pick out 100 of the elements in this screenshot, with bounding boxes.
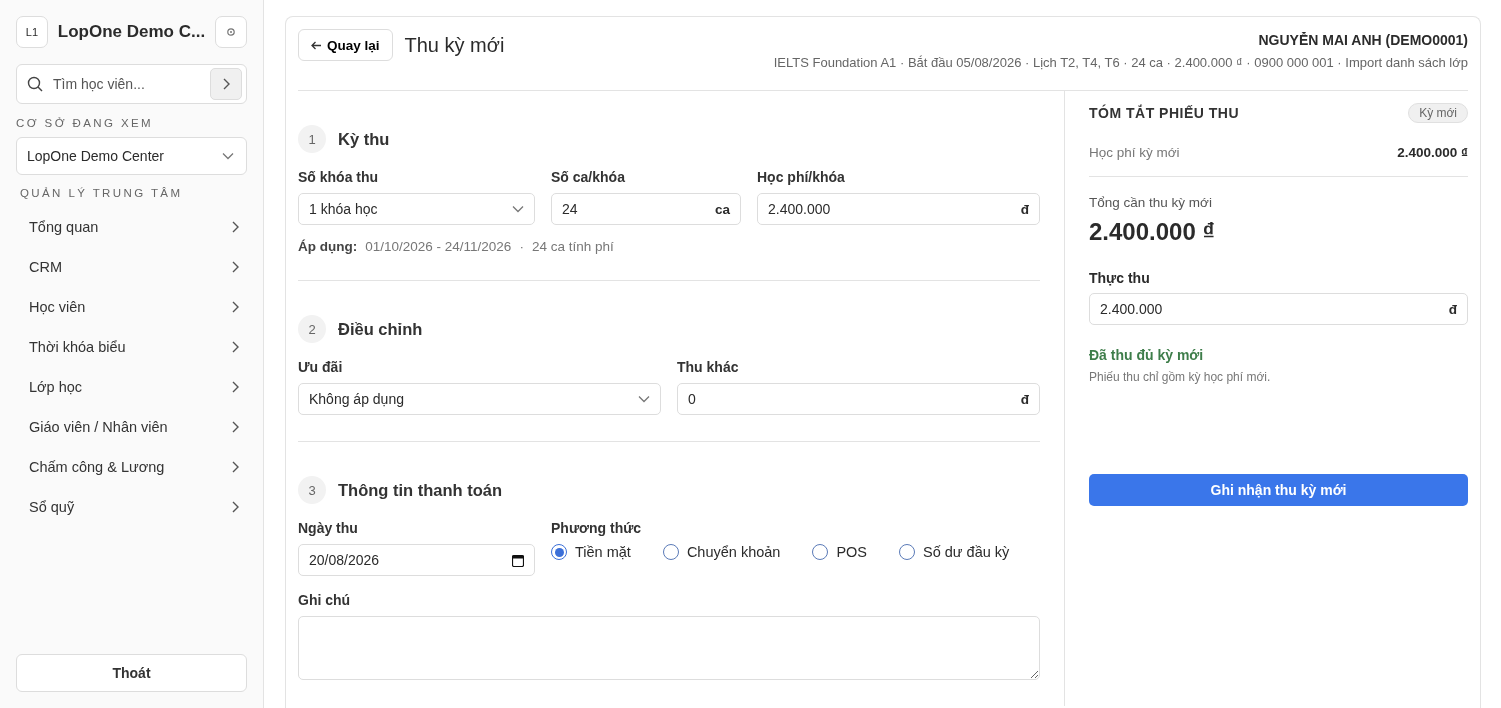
chevron-right-icon <box>231 501 239 513</box>
nav-label: Học viên <box>29 299 86 315</box>
nav-item[interactable]: Sổ quỹ <box>16 487 247 527</box>
chevron-right-icon <box>231 341 239 353</box>
radio-button[interactable] <box>812 544 829 560</box>
calendar-icon <box>512 553 524 567</box>
section-title: Kỳ thu <box>338 129 390 149</box>
nav-label: Tổng quan <box>29 219 99 235</box>
unit-label: đ <box>1020 201 1029 217</box>
student-details: IELTS Foundation A1 · Bắt đầu 05/08/2026 · Lịch T2, T4, T6 · 24 ca · 2.400.000 ₫ · 0900 000 001 · Import danh sách lớp <box>773 55 1468 70</box>
nav-item[interactable]: Học viên <box>16 287 247 327</box>
chevron-right-icon <box>231 261 239 273</box>
input-field[interactable]: 24 ca <box>551 193 741 225</box>
input-field[interactable]: 0 đ <box>677 383 1040 415</box>
separator-dot: · <box>519 239 524 254</box>
section-title: Điều chỉnh <box>338 319 423 339</box>
radio-button[interactable] <box>551 544 567 560</box>
chevron-right-icon <box>231 421 239 433</box>
step-number: 2 <box>298 315 326 343</box>
nav-item[interactable]: Lớp học <box>16 367 247 407</box>
chevron-right-icon <box>231 381 239 393</box>
radio-label: Số dư đầu kỳ <box>923 544 1010 560</box>
field-label: Ghi chú <box>298 592 352 608</box>
field-label: Số khóa thu <box>298 169 380 185</box>
select-value: LopOne Demo Center <box>27 148 164 164</box>
note-field[interactable] <box>298 616 1040 680</box>
logo: L1 <box>16 16 48 48</box>
select-value: 1 khóa học <box>309 201 378 217</box>
select-field[interactable]: Không áp dụng <box>298 383 661 415</box>
submit-button[interactable]: Ghi nhận thu kỳ mới <box>1089 474 1468 506</box>
text-input[interactable]: 24 <box>562 201 715 217</box>
radio-label: Chuyển khoản <box>686 544 781 560</box>
search-field[interactable]: Tìm học viên... <box>16 64 247 104</box>
step-number: 3 <box>298 476 326 504</box>
nav-item[interactable]: Tổng quan <box>16 207 247 247</box>
chevron-right-icon <box>231 301 239 313</box>
student-name: NGUYỄN MAI ANH (DEMO0001) <box>1257 32 1468 48</box>
arrow-left-icon <box>311 40 322 50</box>
date-range: 01/10/2026 - 24/11/2026 <box>365 239 512 254</box>
unit-label: ca <box>714 201 730 217</box>
chevron-down-icon <box>512 205 524 213</box>
app-title: LopOne Demo C... <box>57 22 206 42</box>
field-label: Thực thu <box>1089 270 1151 286</box>
section-label: CƠ SỞ ĐANG XEM <box>16 117 155 129</box>
applied-label: Áp dụng: <box>298 239 358 254</box>
chevron-down-icon <box>222 152 234 160</box>
nav-label: Lớp học <box>29 379 83 395</box>
page-title: Thu kỳ mới <box>404 33 505 57</box>
nav-item[interactable]: Giáo viên / Nhân viên <box>16 407 247 447</box>
status-note: Phiếu thu chỉ gồm kỳ học phí mới. <box>1089 370 1272 384</box>
field-label: Ưu đãi <box>298 359 344 375</box>
logout-button[interactable]: Thoát <box>16 654 247 692</box>
field-label: Học phí/khóa <box>757 169 846 185</box>
unit-label: đ <box>1448 301 1457 317</box>
field-label: Thu khác <box>677 359 740 375</box>
field-label: Số ca/khóa <box>551 169 626 185</box>
nav-label: Thời khóa biểu <box>29 339 126 355</box>
chevron-right-icon <box>231 221 239 233</box>
field-label: Ngày thu <box>298 520 359 536</box>
text-input[interactable]: 2.400.000 <box>1100 301 1449 317</box>
radio-button[interactable] <box>899 544 915 560</box>
summary-title: TÓM TẮT PHIẾU THU <box>1089 105 1240 121</box>
branch-select[interactable]: LopOne Demo Center <box>16 137 247 175</box>
chevron-right-icon <box>231 461 239 473</box>
section-title: Thông tin thanh toán <box>338 480 503 500</box>
status-badge: Kỳ mới <box>1408 103 1468 123</box>
payment-status: Đã thu đủ kỳ mới <box>1089 347 1205 363</box>
input-field[interactable]: 2.400.000 đ <box>1089 293 1468 325</box>
chevron-down-icon <box>638 395 650 403</box>
unit-label: đ <box>1020 391 1029 407</box>
select-value: Không áp dụng <box>309 391 404 407</box>
settings-icon <box>226 27 237 37</box>
total-label: Tổng cần thu kỳ mới <box>1089 195 1213 210</box>
nav-label: CRM <box>29 259 63 275</box>
session-count: 24 ca tính phí <box>531 239 614 254</box>
radio-label: Tiền mặt <box>575 544 631 560</box>
line-amount: 2.400.000 ₫ <box>1397 145 1468 160</box>
field-label: Phương thức <box>551 520 643 536</box>
text-input[interactable]: 2.400.000 <box>768 201 1021 217</box>
nav-label: Giáo viên / Nhân viên <box>29 419 168 435</box>
input-field[interactable]: 2.400.000 đ <box>757 193 1040 225</box>
radio-label: POS <box>836 544 867 560</box>
line-label: Học phí kỳ mới <box>1089 145 1180 160</box>
search-go-button[interactable] <box>210 68 242 100</box>
nav-label: Chấm công & Lương <box>29 459 165 475</box>
nav-item[interactable]: CRM <box>16 247 247 287</box>
text-input[interactable]: 0 <box>688 391 1021 407</box>
settings-button[interactable] <box>215 16 247 48</box>
search-icon <box>27 76 43 92</box>
date-value: 20/08/2026 <box>309 552 380 568</box>
nav-label: Sổ quỹ <box>29 499 75 515</box>
select-field[interactable]: 1 khóa học <box>298 193 535 225</box>
step-number: 1 <box>298 125 326 153</box>
chevron-right-icon <box>222 78 230 90</box>
nav-item[interactable]: Thời khóa biểu <box>16 327 247 367</box>
back-button[interactable]: Quay lại <box>298 29 393 61</box>
date-field[interactable]: 20/08/2026 <box>298 544 535 576</box>
nav-item[interactable]: Chấm công & Lương <box>16 447 247 487</box>
search-input[interactable]: Tìm học viên... <box>51 75 202 93</box>
radio-button[interactable] <box>662 544 679 560</box>
